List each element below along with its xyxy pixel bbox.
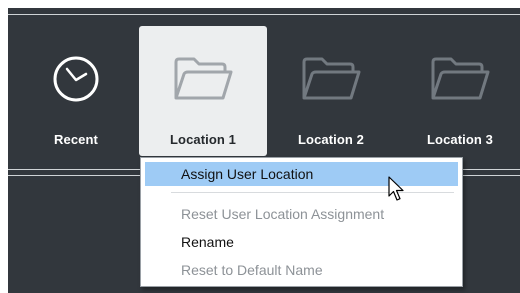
mouse-pointer-icon (388, 176, 404, 201)
location-2[interactable]: Location 2 (267, 26, 395, 156)
menu-separator (171, 192, 454, 193)
menu-item-reset-user-location-assignment: Reset User Location Assignment (181, 206, 385, 222)
location-label: Location 1 (169, 132, 236, 147)
location-1[interactable]: Location 1 (139, 26, 267, 156)
menu-item-assign-user-location[interactable]: Assign User Location (145, 162, 458, 186)
folder-icon (431, 57, 490, 100)
context-menu: Assign User Location Reset User Location… (140, 157, 463, 287)
menu-item-reset-to-default-name: Reset to Default Name (181, 262, 323, 278)
location-label: Recent (54, 132, 98, 147)
clock-icon (53, 56, 99, 102)
top-divider (8, 14, 520, 15)
menu-item-rename[interactable]: Rename (145, 230, 458, 254)
folder-icon (174, 57, 233, 100)
location-3[interactable]: Location 3 (396, 26, 520, 156)
location-label: Location 3 (426, 132, 493, 147)
location-recent[interactable]: Recent (12, 26, 140, 156)
location-label: Location 2 (297, 132, 364, 147)
folder-icon (302, 57, 361, 100)
